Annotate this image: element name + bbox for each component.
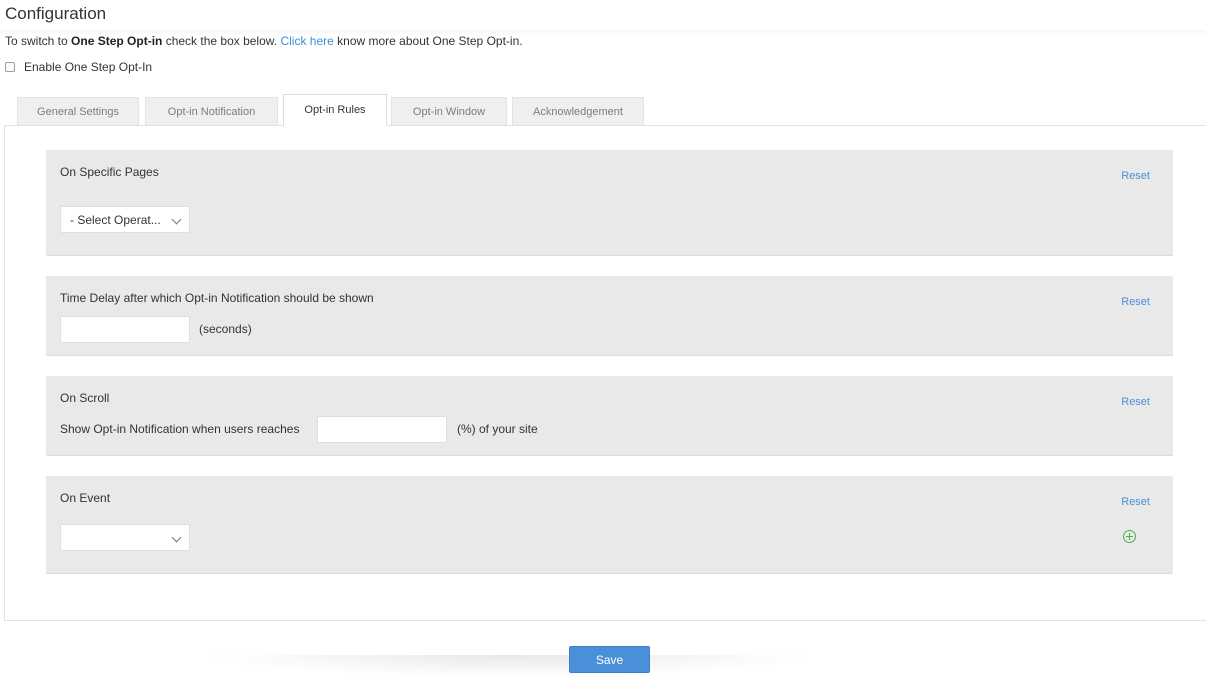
- scroll-percent-input[interactable]: [317, 416, 447, 443]
- tab-opt-in-notification[interactable]: Opt-in Notification: [145, 97, 278, 126]
- operator-select-value: - Select Operat...: [70, 212, 161, 227]
- chevron-down-icon: [171, 532, 182, 543]
- tab-acknowledgement[interactable]: Acknowledgement: [512, 97, 644, 126]
- section-title: On Specific Pages: [60, 165, 159, 179]
- save-button[interactable]: Save: [569, 646, 650, 673]
- reset-specific-pages-link[interactable]: Reset: [1121, 170, 1150, 182]
- intro-text: To switch to One Step Opt-in check the b…: [5, 34, 523, 48]
- add-event-icon[interactable]: [1123, 530, 1136, 543]
- reset-event-link[interactable]: Reset: [1121, 496, 1150, 508]
- operator-select[interactable]: - Select Operat...: [60, 206, 190, 233]
- page-title: Configuration: [5, 4, 107, 23]
- section-title: On Event: [60, 491, 111, 505]
- section-on-event: On Event Reset: [46, 476, 1173, 574]
- section-title: Time Delay after which Opt-in Notificati…: [60, 291, 374, 305]
- section-specific-pages: On Specific Pages Reset - Select Operat.…: [46, 150, 1173, 256]
- scroll-unit: (%) of your site: [457, 422, 538, 436]
- reset-time-delay-link[interactable]: Reset: [1121, 296, 1150, 308]
- event-select[interactable]: [60, 524, 190, 551]
- intro-mid: check the box below.: [162, 34, 281, 48]
- scroll-label: Show Opt-in Notification when users reac…: [60, 422, 300, 436]
- section-title: On Scroll: [60, 391, 110, 405]
- intro-prefix: To switch to: [5, 34, 72, 48]
- time-delay-input[interactable]: [60, 316, 190, 343]
- intro-bold: One Step Opt-in: [71, 34, 163, 48]
- section-time-delay: Time Delay after which Opt-in Notificati…: [46, 276, 1173, 356]
- reset-scroll-link[interactable]: Reset: [1121, 396, 1150, 408]
- tab-general-settings[interactable]: General Settings: [17, 97, 139, 126]
- enable-one-step-row[interactable]: Enable One Step Opt-In: [5, 60, 152, 74]
- enable-one-step-label: Enable One Step Opt-In: [24, 60, 153, 74]
- section-on-scroll: On Scroll Reset Show Opt-in Notification…: [46, 376, 1173, 456]
- enable-one-step-checkbox[interactable]: [5, 62, 15, 72]
- chevron-down-icon: [171, 214, 182, 225]
- time-delay-unit: (seconds): [199, 322, 252, 336]
- tab-opt-in-rules[interactable]: Opt-in Rules: [283, 94, 387, 126]
- tab-opt-in-window[interactable]: Opt-in Window: [391, 97, 507, 126]
- intro-suffix: know more about One Step Opt-in.: [333, 34, 523, 48]
- click-here-link[interactable]: Click here: [280, 34, 333, 48]
- footer-shadow: [205, 655, 815, 675]
